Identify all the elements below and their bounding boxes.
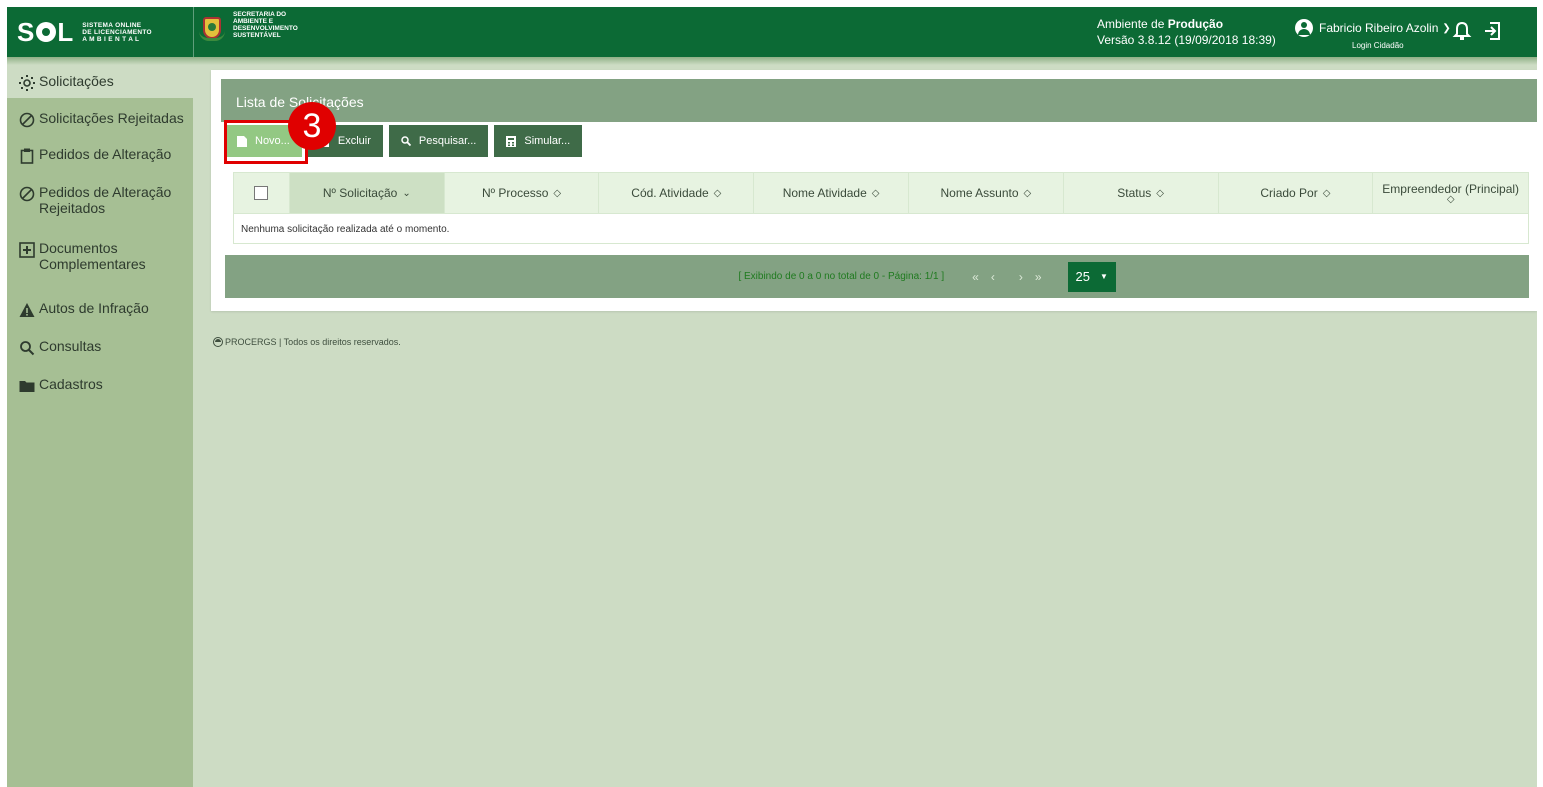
- next-page-button[interactable]: ›: [1019, 270, 1023, 284]
- search-button[interactable]: Pesquisar...: [388, 125, 489, 157]
- sidebar-item-label: Consultas: [39, 338, 102, 354]
- sidebar-item-solicitacoes[interactable]: Solicitações: [7, 65, 193, 98]
- column-header[interactable]: Nº Solicitação ⌄: [289, 173, 445, 213]
- user-name: Fabricio Ribeiro Azolin: [1319, 21, 1439, 35]
- clipboard-icon: [20, 148, 34, 164]
- top-header: SL SISTEMA ONLINE DE LICENCIAMENTO A M B…: [7, 7, 1537, 57]
- sort-icon: ◇: [713, 187, 722, 199]
- page-size-select[interactable]: 25 ▼: [1067, 261, 1116, 292]
- paginator: [ Exibindo de 0 a 0 no total de 0 - Pági…: [225, 255, 1529, 298]
- sol-logo[interactable]: SL SISTEMA ONLINE DE LICENCIAMENTO A M B…: [17, 17, 152, 47]
- column-header[interactable]: Criado Por ◇: [1219, 173, 1374, 213]
- logout-icon[interactable]: [1482, 20, 1502, 42]
- search-icon: [401, 135, 411, 146]
- sidebar-item-label: Pedidos de Alteração: [39, 146, 172, 162]
- empty-table-message: Nenhuma solicitação realizada até o mome…: [234, 213, 1528, 243]
- sol-logo-mark: [36, 22, 57, 42]
- search-icon: [20, 341, 35, 356]
- column-header[interactable]: Nº Processo ◇: [445, 173, 600, 213]
- sort-icon: ◇: [1023, 187, 1032, 199]
- header-divider: [193, 7, 194, 57]
- sidebar-item-label: Documentos Complementares: [39, 240, 146, 272]
- user-menu[interactable]: Fabricio Ribeiro Azolin ❯: [1295, 19, 1451, 37]
- sidebar-item-label: Solicitações: [39, 73, 114, 89]
- sidebar-item-autos-infracao[interactable]: Autos de Infração: [7, 290, 193, 328]
- caret-down-icon: ▼: [1100, 272, 1108, 281]
- chevron-down-icon: ⌄: [402, 187, 411, 199]
- plus-box-icon: [19, 242, 35, 258]
- column-header[interactable]: Nome Assunto ◇: [909, 173, 1064, 213]
- sidebar-item-label: Autos de Infração: [39, 300, 149, 316]
- version-label: Versão 3.8.12 (19/09/2018 18:39): [1097, 33, 1276, 47]
- column-header[interactable]: Cód. Atividade ◇: [599, 173, 755, 213]
- sidebar: Solicitações Solicitações Rejeitadas Ped…: [7, 65, 193, 787]
- table-header: Nº Solicitação ⌄ Nº Processo ◇ Cód. Ativid…: [234, 173, 1528, 213]
- secretaria-name: SECRETARIA DO AMBIENTE E DESENVOLVIMENTO…: [233, 11, 298, 39]
- select-all-cell: [234, 173, 290, 213]
- select-all-checkbox[interactable]: [254, 186, 269, 200]
- ban-icon: [19, 112, 35, 128]
- environment-name: Produção: [1167, 17, 1224, 31]
- first-page-button[interactable]: «: [972, 270, 979, 284]
- sort-icon: ◇: [871, 187, 880, 199]
- environment-info: Ambiente de Produção Versão 3.8.12 (19/0…: [1097, 17, 1276, 47]
- column-header[interactable]: Status ◇: [1064, 173, 1219, 213]
- footer: PROCERGS | Todos os direitos reservados.: [213, 337, 401, 347]
- sort-icon: ◇: [1446, 194, 1455, 205]
- procergs-icon: [213, 337, 223, 347]
- sidebar-item-consultas[interactable]: Consultas: [7, 328, 193, 366]
- sort-icon: ◇: [1156, 187, 1164, 199]
- warning-icon: [19, 303, 35, 317]
- logo-subtitle: SISTEMA ONLINE DE LICENCIAMENTO A M B I …: [82, 21, 152, 43]
- folder-icon: [19, 381, 35, 392]
- coat-of-arms-icon: [199, 11, 225, 45]
- column-header[interactable]: Empreendedor (Principal) ◇: [1373, 173, 1528, 213]
- column-header[interactable]: Nome Atividade ◇: [754, 173, 909, 213]
- sidebar-item-pedidos-alteracao-rejeitados[interactable]: Pedidos de Alteração Rejeitados: [7, 174, 193, 232]
- user-circle-icon: [1295, 19, 1313, 37]
- last-page-button[interactable]: »: [1035, 270, 1042, 284]
- chevron-down-icon: ❯: [1442, 22, 1451, 34]
- prev-page-button[interactable]: ‹: [991, 270, 995, 284]
- sidebar-item-label: Pedidos de Alteração Rejeitados: [39, 184, 172, 216]
- bell-icon[interactable]: [1452, 20, 1472, 42]
- simulate-button[interactable]: Simular...: [494, 125, 583, 157]
- calculator-icon: [506, 135, 517, 147]
- sidebar-item-label: Solicitações Rejeitadas: [39, 110, 184, 126]
- sidebar-item-solicitacoes-rejeitadas[interactable]: Solicitações Rejeitadas: [7, 98, 193, 136]
- ban-icon: [19, 186, 35, 202]
- sidebar-item-label: Cadastros: [39, 376, 103, 392]
- solicitacoes-table: Nº Solicitação ⌄ Nº Processo ◇ Cód. Ativid…: [233, 172, 1529, 244]
- step-badge: 3: [288, 102, 336, 150]
- app-frame: SL SISTEMA ONLINE DE LICENCIAMENTO A M B…: [7, 7, 1537, 787]
- sidebar-item-pedidos-alteracao[interactable]: Pedidos de Alteração: [7, 136, 193, 174]
- sort-icon: ◇: [1322, 187, 1331, 199]
- sun-icon: [19, 75, 35, 91]
- secretaria-logo: SECRETARIA DO AMBIENTE E DESENVOLVIMENTO…: [199, 11, 298, 45]
- page-title: Lista de Solicitações: [221, 79, 1537, 122]
- pagination-info: [ Exibindo de 0 a 0 no total de 0 - Pági…: [738, 271, 945, 282]
- sidebar-item-documentos-complementares[interactable]: Documentos Complementares: [7, 232, 193, 290]
- sort-icon: ◇: [553, 187, 562, 199]
- header-shadow: [7, 57, 1537, 65]
- login-type: Login Cidadão: [1352, 41, 1404, 50]
- solicitacoes-panel: Lista de Solicitações Novo... Excluir Pe…: [211, 70, 1537, 311]
- sidebar-item-cadastros[interactable]: Cadastros: [7, 366, 193, 404]
